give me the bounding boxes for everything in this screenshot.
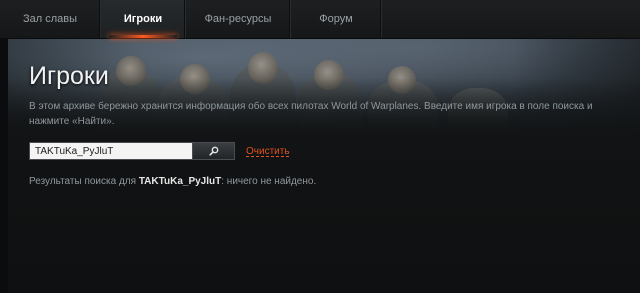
result-suffix: : ничего не найдено. — [221, 176, 317, 187]
result-prefix: Результаты поиска для — [29, 176, 139, 187]
player-search-input[interactable] — [29, 142, 193, 160]
tab-label: Игроки — [123, 13, 163, 25]
tab-label: Фан-ресурсы — [204, 13, 272, 25]
top-navigation: Зал славы Игроки Фан-ресурсы Форум — [0, 0, 640, 39]
tab-players[interactable]: Игроки — [101, 0, 186, 38]
players-page: Зал славы Игроки Фан-ресурсы Форум Игрок… — [0, 0, 640, 293]
result-query: TAKTuKa_PyJluT — [138, 176, 222, 187]
search-result-message: Результаты поиска для TAKTuKa_PyJluT: ни… — [29, 176, 316, 187]
search-button[interactable] — [193, 142, 235, 160]
page-title: Игроки — [29, 62, 109, 90]
tab-label: Форум — [319, 13, 353, 25]
search-bar: Очистить — [29, 142, 290, 160]
left-edge-strip — [0, 38, 8, 293]
clear-search-link[interactable]: Очистить — [246, 146, 290, 157]
search-icon — [208, 146, 218, 156]
page-description: В этом архиве бережно хранится информаци… — [29, 101, 593, 127]
tab-label: Зал славы — [22, 13, 78, 25]
tab-forum[interactable]: Форум — [291, 0, 382, 38]
tab-fan-resources[interactable]: Фан-ресурсы — [186, 0, 291, 38]
tab-hall-of-fame[interactable]: Зал славы — [0, 0, 101, 38]
